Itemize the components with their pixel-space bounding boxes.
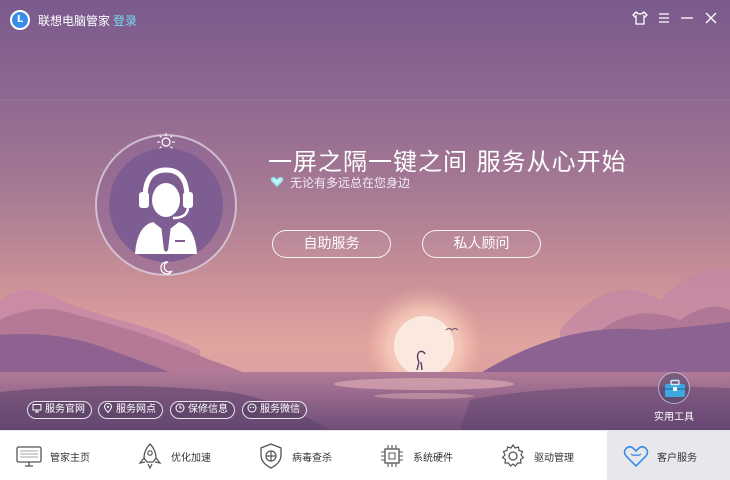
subline-text: 无论有多远总在您身边 [290, 176, 411, 190]
hero-headline: 一屏之隔一键之间 服务从心开始 [268, 148, 627, 176]
location-icon [103, 403, 113, 413]
link-label: 服务网点 [116, 404, 156, 415]
link-warranty-info[interactable]: 保修信息 [170, 401, 235, 419]
nav-label: 客户服务 [657, 453, 697, 464]
wechat-icon [247, 403, 257, 413]
nav-label: 优化加速 [171, 453, 211, 464]
tools-circle [658, 372, 690, 404]
nav-item-home[interactable]: 管家主页 [0, 431, 121, 480]
menu-button[interactable] [654, 8, 674, 28]
close-icon [705, 12, 717, 24]
customer-service-icon [135, 167, 197, 254]
minimize-icon [681, 17, 693, 19]
nav-label: 驱动管理 [534, 453, 574, 464]
toolbox-icon [665, 379, 685, 397]
avatar-circle [109, 148, 223, 262]
chip-icon [381, 445, 403, 467]
app-logo: L [10, 10, 30, 30]
skin-button[interactable] [630, 8, 650, 28]
bottom-navigation: 管家主页 优化加速 病毒查杀 系统硬件 驱动管理 客户服务 [0, 430, 730, 480]
nav-item-optimize[interactable]: 优化加速 [121, 431, 242, 480]
monitor-icon [32, 404, 42, 413]
link-service-website[interactable]: 服务官网 [27, 401, 92, 419]
utility-tools-button[interactable]: 实用工具 [652, 372, 696, 423]
link-label: 服务微信 [260, 404, 300, 415]
title-bar: L 联想电脑管家 登录 [0, 0, 730, 38]
app-title: 联想电脑管家 [38, 14, 111, 28]
gear-icon [501, 443, 525, 467]
link-service-outlets[interactable]: 服务网点 [98, 401, 163, 419]
nav-label: 系统硬件 [413, 453, 453, 464]
shield-icon [260, 443, 282, 469]
nav-item-antivirus[interactable]: 病毒查杀 [242, 431, 363, 480]
tools-label: 实用工具 [654, 412, 694, 423]
link-label: 服务官网 [45, 404, 85, 415]
nav-item-hardware[interactable]: 系统硬件 [363, 431, 484, 480]
nav-label: 病毒查杀 [292, 453, 332, 464]
link-service-wechat[interactable]: 服务微信 [242, 401, 307, 419]
app-window: L 联想电脑管家 登录 一屏之隔一键之间 服务从心开始 无论有多远总在您身边 自… [0, 0, 730, 480]
heart-icon [623, 445, 649, 468]
monitor-icon [16, 446, 42, 467]
login-link[interactable]: 登录 [113, 12, 137, 29]
nav-item-drivers[interactable]: 驱动管理 [484, 431, 605, 480]
close-button[interactable] [701, 8, 721, 28]
minimize-button[interactable] [677, 8, 697, 28]
shirt-icon [632, 11, 648, 25]
nav-item-customer-service[interactable]: 客户服务 [607, 431, 730, 480]
nav-label: 管家主页 [50, 453, 90, 464]
rocket-icon [138, 443, 162, 470]
private-advisor-button[interactable]: 私人顾问 [422, 230, 541, 258]
hero-subline: 无论有多远总在您身边 [270, 174, 410, 190]
clock-icon [175, 403, 185, 413]
link-label: 保修信息 [188, 404, 228, 415]
service-avatar [95, 133, 237, 276]
self-service-button[interactable]: 自助服务 [272, 230, 391, 258]
moon-icon [160, 261, 173, 275]
heart-icon [270, 176, 284, 187]
menu-icon [659, 13, 669, 23]
